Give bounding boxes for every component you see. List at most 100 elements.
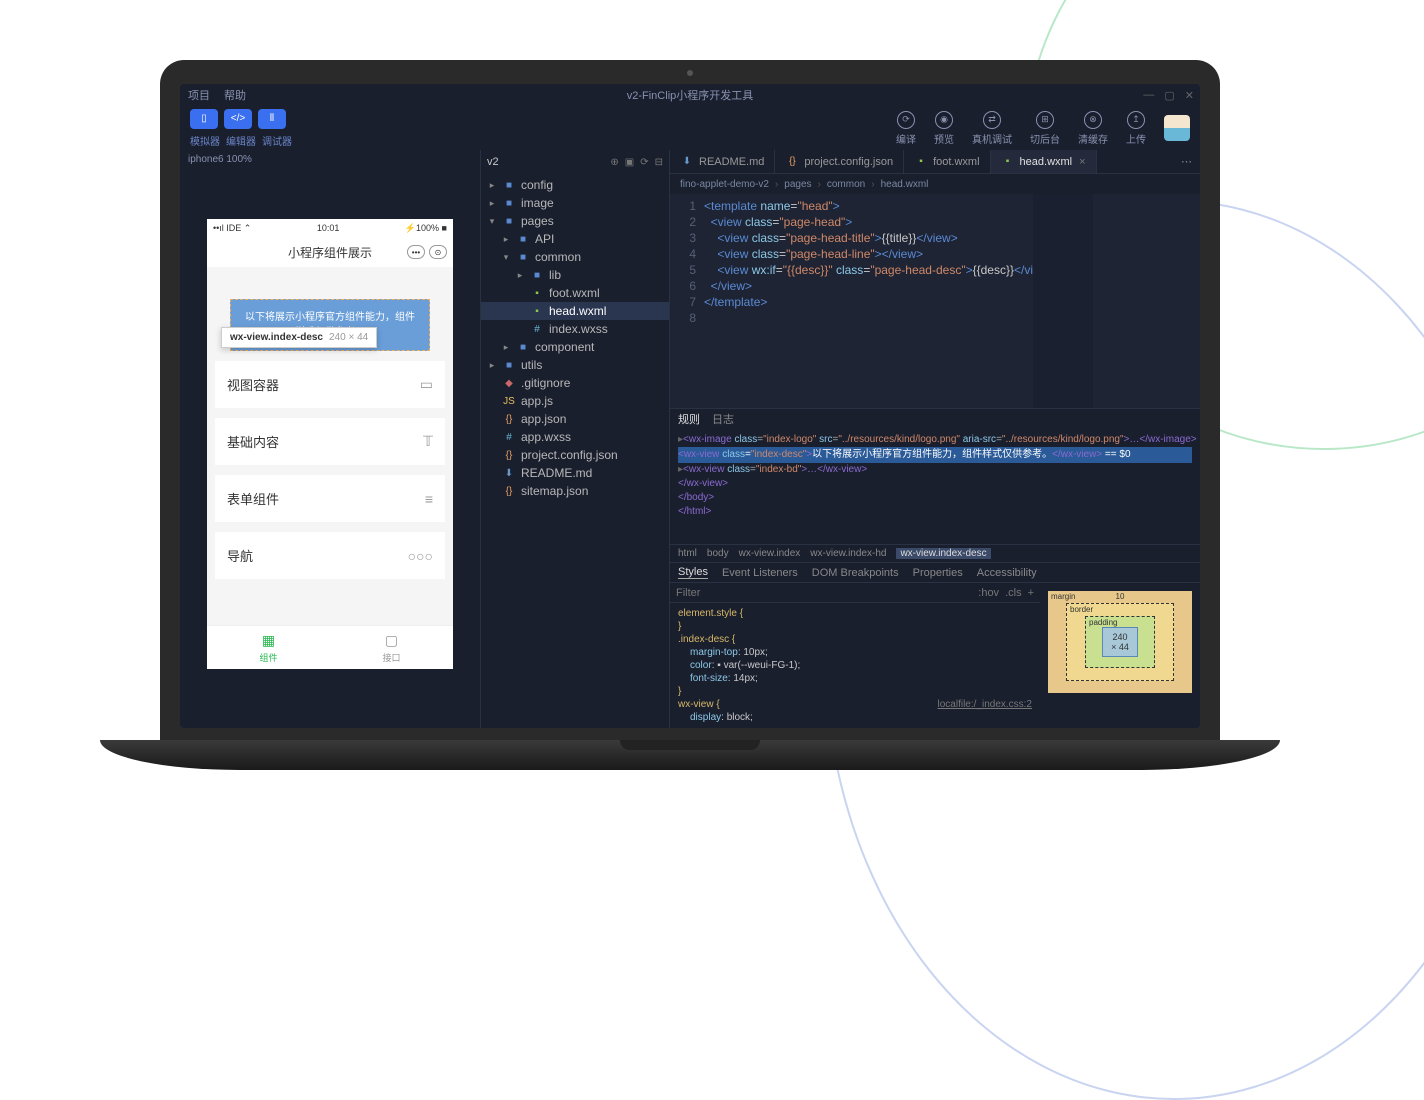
phone-tabbar: ▦组件▢接口 [207, 625, 453, 669]
new-file-icon[interactable]: ⊕ [610, 157, 618, 168]
dom-path-seg[interactable]: wx-view.index-hd [810, 548, 886, 559]
devtools-tab-logs[interactable]: 日志 [712, 411, 734, 427]
filter-tool[interactable]: :hov [978, 587, 999, 599]
toolbar-btn-真机调试[interactable]: ⇄真机调试 [972, 111, 1012, 146]
file-tree: ▸■config▸■image▾■pages▸■API▾■common▸■lib… [481, 174, 669, 728]
dom-node[interactable]: </html> [678, 505, 1192, 519]
tree-item[interactable]: {}sitemap.json [481, 482, 669, 500]
tree-item[interactable]: ▸■utils [481, 356, 669, 374]
tree-item[interactable]: ◆.gitignore [481, 374, 669, 392]
box-padding-label: padding [1089, 618, 1117, 627]
minimap[interactable] [1033, 194, 1093, 408]
styles-tabs: Styles Event Listeners DOM Breakpoints Prop… [670, 562, 1200, 582]
editor-panel: ⬇README.md{}project.config.json▪foot.wxm… [670, 150, 1200, 728]
camera-dot [687, 70, 693, 76]
phone-card[interactable]: 视图容器▭ [215, 361, 445, 408]
styles-filter-input[interactable]: Filter [676, 587, 700, 599]
dom-node[interactable]: </body> [678, 491, 1192, 505]
tab-simulator-icon[interactable]: ▯ [190, 109, 218, 129]
maximize-icon[interactable]: ▢ [1164, 89, 1174, 102]
filter-tool[interactable]: .cls [1005, 587, 1022, 599]
styles-tab[interactable]: Properties [913, 567, 963, 579]
filter-tool[interactable]: + [1028, 587, 1034, 599]
tab-debugger-icon[interactable]: ⫴ [258, 109, 286, 129]
capsule-close-icon[interactable]: ⊙ [429, 245, 447, 259]
inspector-tooltip: wx-view.index-desc240 × 44 [221, 327, 377, 348]
editor-tab[interactable]: {}project.config.json [775, 150, 904, 173]
collapse-icon[interactable]: ⊟ [655, 157, 663, 168]
tree-item[interactable]: JSapp.js [481, 392, 669, 410]
styles-tab[interactable]: Event Listeners [722, 567, 798, 579]
box-margin-top: 10 [1116, 592, 1125, 601]
tree-item[interactable]: ▾■pages [481, 212, 669, 230]
toolbar-btn-编译[interactable]: ⟳编译 [896, 111, 916, 146]
toolbar-btn-预览[interactable]: ◉预览 [934, 111, 954, 146]
tree-item[interactable]: #index.wxss [481, 320, 669, 338]
devtools-tab-rules[interactable]: 规则 [678, 411, 700, 427]
dom-path-seg[interactable]: wx-view.index-desc [896, 548, 990, 559]
editor-tab[interactable]: ▪foot.wxml [904, 150, 990, 173]
toolbar-btn-上传[interactable]: ↥上传 [1126, 111, 1146, 146]
phone-body: wx-view.index-desc240 × 44 以下将展示小程序官方组件能… [207, 267, 453, 625]
editor-tab[interactable]: ⬇README.md [670, 150, 775, 173]
toolbar: ▯ </> ⫴ 模拟器 编辑器 调试器 ⟳编译◉预览⇄真机调试⊞切后台⊗清缓存↥… [180, 106, 1200, 150]
tree-item[interactable]: ▪foot.wxml [481, 284, 669, 302]
tooltip-selector: wx-view.index-desc [230, 332, 323, 343]
simulator-panel: iphone6 100% ••ıl IDE ⌃ 10:01 ⚡100% ■ 小程… [180, 150, 480, 728]
phone-tab-接口[interactable]: ▢接口 [330, 626, 453, 669]
breadcrumb-seg[interactable]: fino-applet-demo-v2 [680, 179, 769, 190]
close-icon[interactable]: ✕ [1185, 89, 1194, 102]
dom-path-seg[interactable]: html [678, 548, 697, 559]
new-folder-icon[interactable]: ▣ [625, 157, 634, 168]
breadcrumb-seg[interactable]: common [827, 179, 865, 190]
tree-item[interactable]: ▸■lib [481, 266, 669, 284]
dom-path-seg[interactable]: body [707, 548, 729, 559]
tree-item[interactable]: ▪head.wxml [481, 302, 669, 320]
avatar[interactable] [1164, 115, 1190, 141]
editor-tab[interactable]: ▪head.wxml× [991, 150, 1097, 173]
dom-path-seg[interactable]: wx-view.index [739, 548, 801, 559]
tab-close-icon[interactable]: × [1079, 156, 1085, 168]
phone-card[interactable]: 表单组件≡ [215, 475, 445, 522]
tree-item[interactable]: ▸■component [481, 338, 669, 356]
line-gutter: 12345678 [670, 194, 704, 408]
tree-item[interactable]: {}project.config.json [481, 446, 669, 464]
styles-tab[interactable]: Accessibility [977, 567, 1037, 579]
menu-help[interactable]: 帮助 [224, 87, 246, 103]
phone-tab-组件[interactable]: ▦组件 [207, 626, 330, 669]
tree-item[interactable]: {}app.json [481, 410, 669, 428]
styles-tab[interactable]: DOM Breakpoints [812, 567, 899, 579]
toolbar-btn-清缓存[interactable]: ⊗清缓存 [1078, 111, 1108, 146]
phone-card[interactable]: 基础内容𝕋 [215, 418, 445, 465]
code-editor[interactable]: 12345678 <template name="head"> <view cl… [670, 194, 1200, 408]
tab-editor-icon[interactable]: </> [224, 109, 252, 129]
styles-rules[interactable]: element.style {}.index-desc {</span>marg… [670, 603, 1040, 728]
tree-item[interactable]: ▸■image [481, 194, 669, 212]
dom-tree[interactable]: ▸<wx-image class="index-logo" src="../re… [670, 429, 1200, 544]
editor-more-icon[interactable]: ⋯ [1173, 150, 1200, 173]
tree-item[interactable]: ▾■common [481, 248, 669, 266]
tree-item[interactable]: ▸■config [481, 176, 669, 194]
refresh-icon[interactable]: ⟳ [640, 157, 648, 168]
styles-tab[interactable]: Styles [678, 566, 708, 579]
minimize-icon[interactable]: — [1143, 89, 1154, 102]
capsule-menu-icon[interactable]: ••• [407, 245, 425, 259]
dom-breadcrumb: html body wx-view.index wx-view.index-hd wx-… [670, 544, 1200, 562]
phone-status-right: ⚡100% ■ [405, 223, 447, 234]
dom-node[interactable]: ▸<wx-image class="index-logo" src="../re… [678, 433, 1192, 447]
code-lines[interactable]: <template name="head"> <view class="page… [704, 194, 1033, 408]
devtools-top-tabs: 规则 日志 [670, 409, 1200, 429]
dom-node[interactable]: <wx-view class="index-desc">以下将展示小程序官方组件… [678, 447, 1192, 463]
breadcrumb-seg[interactable]: head.wxml [881, 179, 929, 190]
phone-card[interactable]: 导航○○○ [215, 532, 445, 579]
breadcrumb-seg[interactable]: pages [784, 179, 811, 190]
dom-node[interactable]: </wx-view> [678, 477, 1192, 491]
menu-project[interactable]: 项目 [188, 87, 210, 103]
simulator-status: iphone6 100% [180, 150, 480, 169]
window-controls: — ▢ ✕ [1143, 89, 1194, 102]
tree-item[interactable]: ▸■API [481, 230, 669, 248]
toolbar-btn-切后台[interactable]: ⊞切后台 [1030, 111, 1060, 146]
dom-node[interactable]: ▸<wx-view class="index-bd">…</wx-view> [678, 463, 1192, 477]
tree-item[interactable]: ⬇README.md [481, 464, 669, 482]
tree-item[interactable]: #app.wxss [481, 428, 669, 446]
